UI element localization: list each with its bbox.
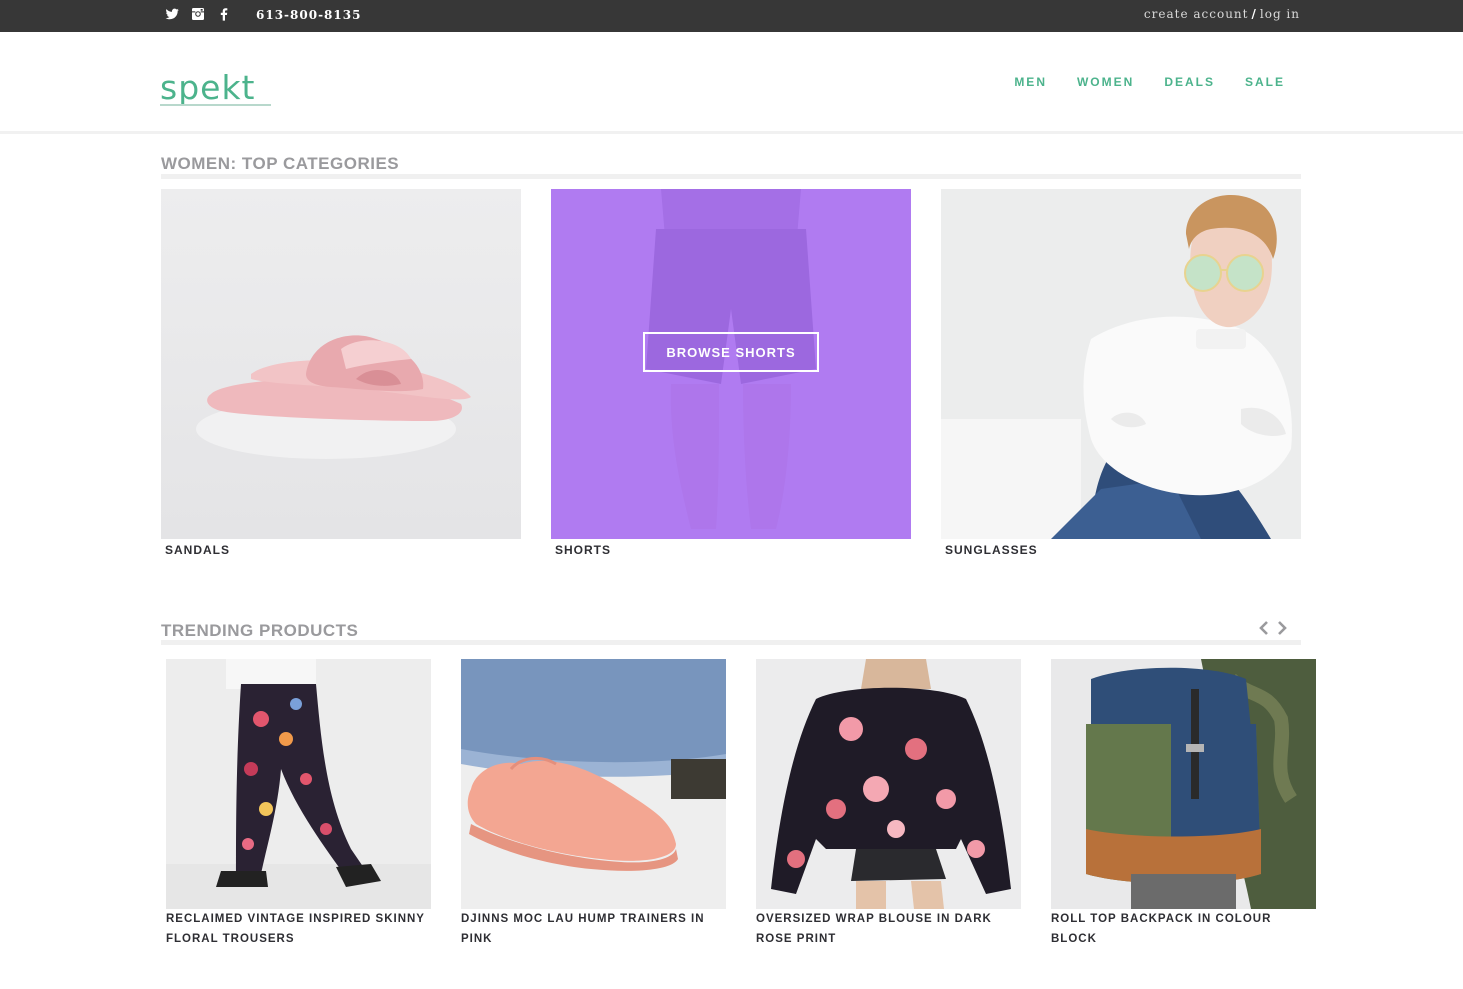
log-in-link[interactable]: log in xyxy=(1260,7,1300,21)
sunglasses-image xyxy=(941,189,1301,539)
spekt-logo[interactable]: spekt xyxy=(160,70,272,110)
site-header: spekt MEN WOMEN DEALS SALE xyxy=(0,32,1463,134)
nav-women[interactable]: WOMEN xyxy=(1077,75,1134,89)
wrap-blouse-image xyxy=(756,659,1021,909)
pink-trainers-image xyxy=(461,659,726,909)
main-nav: MEN WOMEN DEALS SALE xyxy=(1014,75,1285,89)
categories-divider xyxy=(161,174,1301,179)
category-card-sunglasses[interactable] xyxy=(941,189,1301,539)
category-card-sandals[interactable] xyxy=(161,189,521,539)
category-label-sunglasses[interactable]: SUNGLASSES xyxy=(945,543,1038,557)
create-account-link[interactable]: create account xyxy=(1144,7,1249,21)
categories-title: WOMEN: TOP CATEGORIES xyxy=(161,154,400,173)
floral-trousers-image xyxy=(166,659,431,909)
product-label-wrap-blouse[interactable]: OVERSIZED WRAP BLOUSE IN DARK ROSE PRINT xyxy=(756,909,1021,949)
trending-divider xyxy=(161,640,1301,645)
product-label-roll-top-backpack[interactable]: ROLL TOP BACKPACK IN COLOUR BLOCK xyxy=(1051,909,1316,949)
facebook-icon[interactable] xyxy=(216,6,232,22)
carousel-arrows xyxy=(1258,620,1288,636)
browse-shorts-button[interactable]: BROWSE SHORTS xyxy=(643,332,819,372)
product-card-floral-trousers[interactable] xyxy=(166,659,431,909)
product-card-roll-top-backpack[interactable] xyxy=(1051,659,1316,909)
nav-sale[interactable]: SALE xyxy=(1245,75,1285,89)
nav-deals[interactable]: DEALS xyxy=(1164,75,1215,89)
category-card-shorts[interactable]: BROWSE SHORTS xyxy=(551,189,911,539)
product-label-pink-trainers[interactable]: DJINNS MOC LAU HUMP TRAINERS IN PINK xyxy=(461,909,726,949)
chevron-right-icon[interactable] xyxy=(1276,620,1288,636)
category-label-shorts[interactable]: SHORTS xyxy=(555,543,611,557)
sandals-image xyxy=(161,189,521,539)
phone-number: 613-800-8135 xyxy=(256,8,362,22)
product-card-pink-trainers[interactable] xyxy=(461,659,726,909)
account-separator: / xyxy=(1251,7,1257,21)
svg-text:spekt: spekt xyxy=(160,70,256,107)
top-bar: 613-800-8135 create account / log in xyxy=(0,0,1463,32)
product-card-wrap-blouse[interactable] xyxy=(756,659,1021,909)
chevron-left-icon[interactable] xyxy=(1258,620,1270,636)
nav-men[interactable]: MEN xyxy=(1014,75,1047,89)
twitter-icon[interactable] xyxy=(164,6,180,22)
social-links xyxy=(164,6,232,22)
roll-top-backpack-image xyxy=(1051,659,1316,909)
account-links: create account / log in xyxy=(1144,7,1300,21)
trending-title: TRENDING PRODUCTS xyxy=(161,621,359,640)
category-label-sandals[interactable]: SANDALS xyxy=(165,543,230,557)
product-label-floral-trousers[interactable]: RECLAIMED VINTAGE INSPIRED SKINNY FLORAL… xyxy=(166,909,431,949)
instagram-icon[interactable] xyxy=(190,6,206,22)
